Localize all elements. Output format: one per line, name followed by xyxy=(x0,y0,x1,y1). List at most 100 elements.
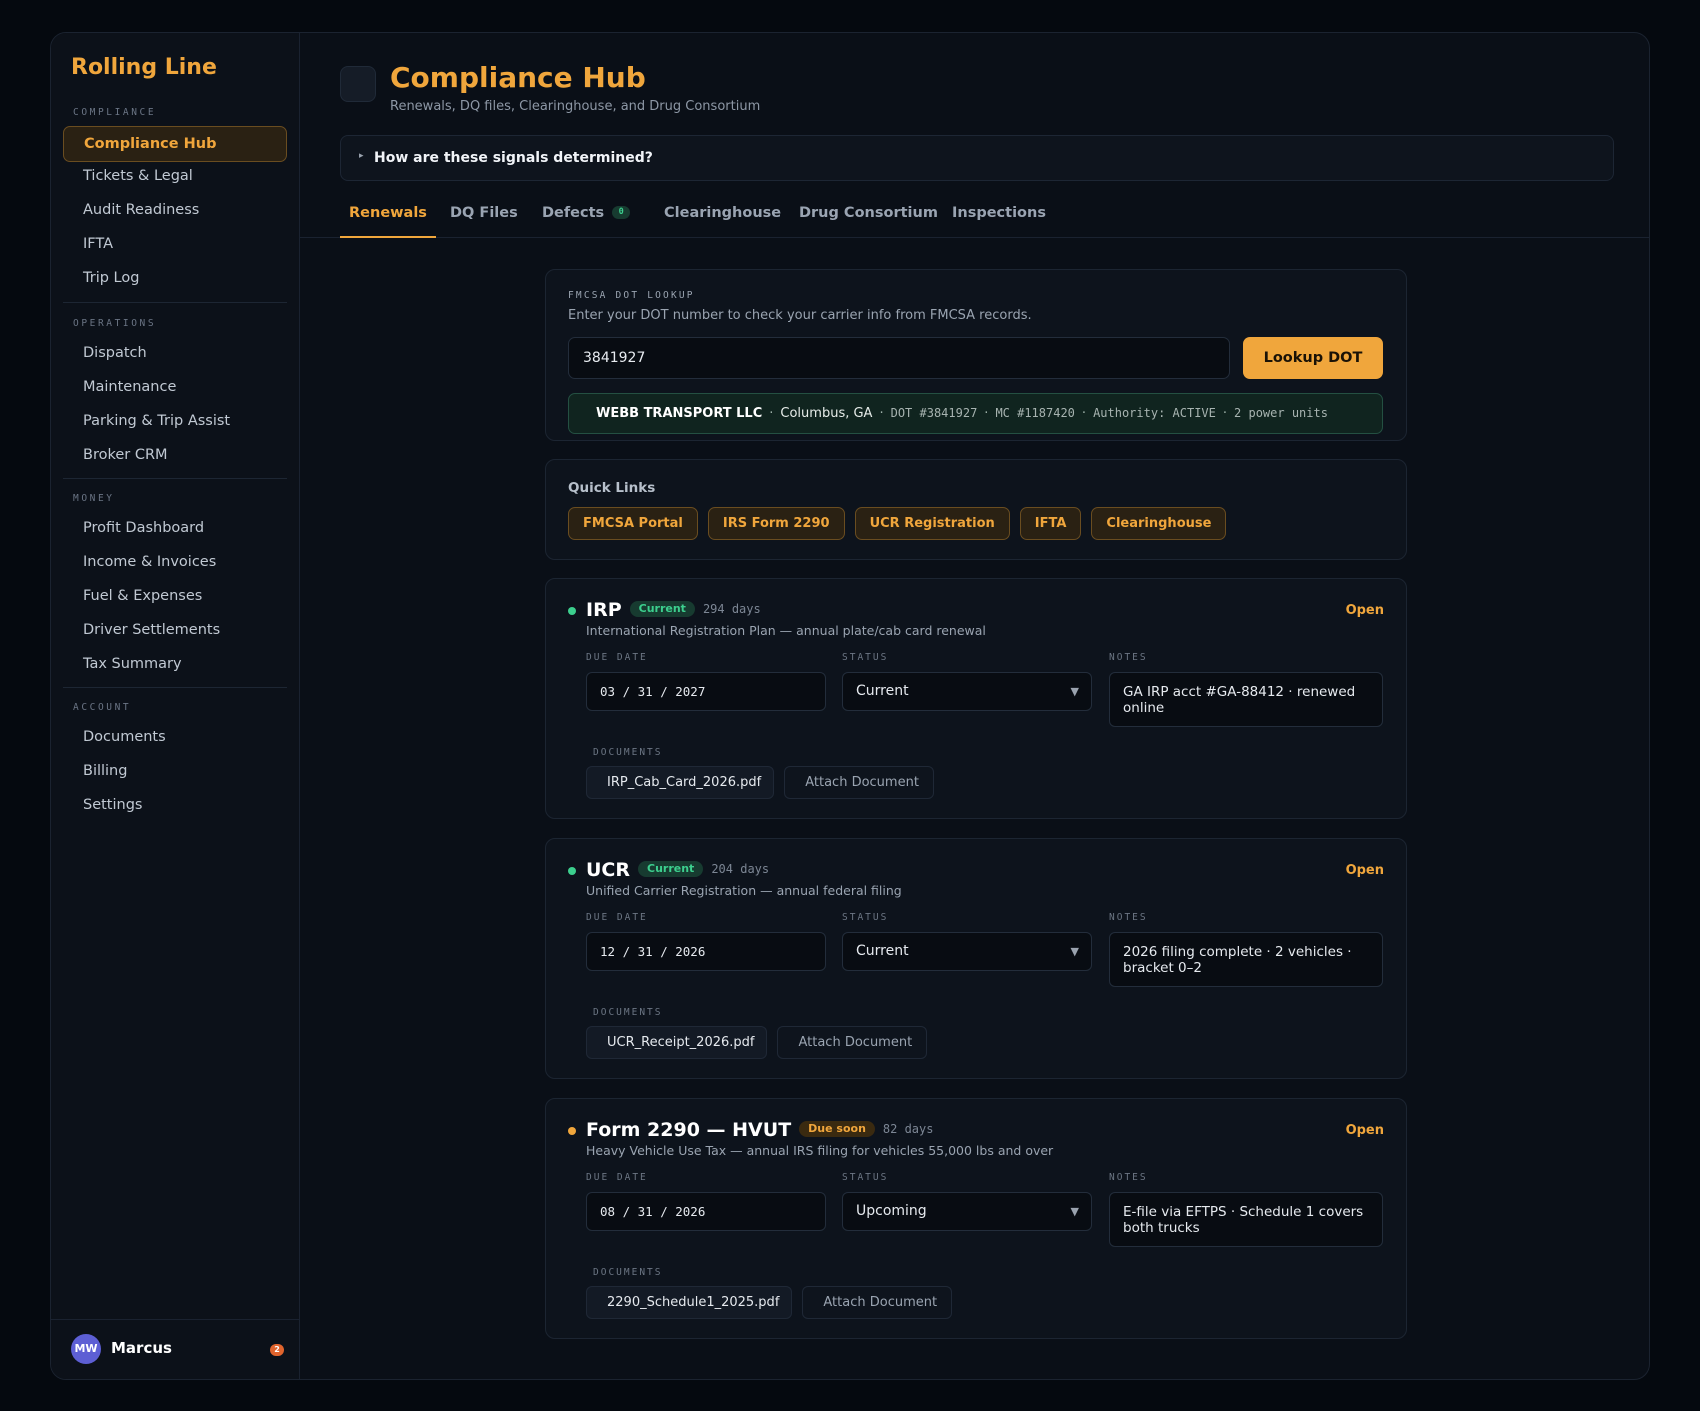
document-file[interactable]: 2290_Schedule1_2025.pdf xyxy=(586,1286,793,1319)
renewal-title: IRP xyxy=(586,599,622,621)
chevron-down-icon: ▼ xyxy=(1070,945,1079,958)
due-date-label: DUE DATE xyxy=(586,652,648,663)
tab-label: Clearinghouse xyxy=(664,205,782,221)
quick-links-row: FMCSA Portal IRS Form 2290 UCR Registrat… xyxy=(568,507,1227,540)
notes-label: NOTES xyxy=(1109,912,1148,923)
renewal-title-row: IRP Current 294 days xyxy=(586,599,761,621)
defects-count-badge: 0 xyxy=(612,205,631,219)
section-label-operations: OPERATIONS xyxy=(73,318,157,329)
status-label: STATUS xyxy=(842,912,889,923)
status-badge: Current xyxy=(638,860,704,877)
due-date-label: DUE DATE xyxy=(586,912,648,923)
document-file[interactable]: IRP_Cab_Card_2026.pdf xyxy=(586,766,775,799)
open-button[interactable]: Open xyxy=(1346,1123,1384,1138)
documents-row: UCR_Receipt_2026.pdf Attach Document xyxy=(586,1026,928,1059)
user-name: Marcus xyxy=(111,1339,172,1357)
open-button[interactable]: Open xyxy=(1346,863,1384,878)
documents-row: IRP_Cab_Card_2026.pdf Attach Document xyxy=(586,766,934,799)
sidebar-divider xyxy=(63,478,287,479)
lookup-dot-button[interactable]: Lookup DOT xyxy=(1243,337,1383,379)
attach-document-button[interactable]: Attach Document xyxy=(784,766,934,799)
carrier-name: WEBB TRANSPORT LLC xyxy=(596,406,763,421)
due-date-input[interactable]: 03 / 31 / 2027 xyxy=(586,672,826,711)
sidebar-item-trip-log[interactable]: Trip Log xyxy=(63,260,287,296)
renewal-card-irp: IRP Current 294 days Open International Re… xyxy=(545,578,1407,819)
tab-label: Defects xyxy=(542,205,605,221)
due-date-input[interactable]: 08 / 31 / 2026 xyxy=(586,1192,826,1231)
due-date-label: DUE DATE xyxy=(586,1172,648,1183)
status-label: STATUS xyxy=(842,652,889,663)
quick-link-fmcsa-portal[interactable]: FMCSA Portal xyxy=(568,507,698,540)
dot-lookup-eyebrow: FMCSA DOT LOOKUP xyxy=(568,290,695,301)
documents-label: DOCUMENTS xyxy=(593,747,663,758)
carrier-dot: DOT #3841927 xyxy=(890,406,978,420)
sidebar-item-documents[interactable]: Documents xyxy=(63,719,287,755)
attach-document-button[interactable]: Attach Document xyxy=(777,1026,928,1059)
sidebar-divider xyxy=(63,687,287,688)
sidebar-item-compliance-hub[interactable]: Compliance Hub xyxy=(63,126,287,162)
sidebar-item-tickets-legal[interactable]: Tickets & Legal xyxy=(63,158,287,194)
notes-field[interactable]: E-file via EFTPS · Schedule 1 covers bot… xyxy=(1109,1192,1383,1247)
notes-label: NOTES xyxy=(1109,652,1148,663)
documents-label: DOCUMENTS xyxy=(593,1267,663,1278)
quick-link-ucr-registration[interactable]: UCR Registration xyxy=(854,507,1010,540)
sidebar-item-driver-settlements[interactable]: Driver Settlements xyxy=(63,612,287,648)
sidebar-item-tax-summary[interactable]: Tax Summary xyxy=(63,646,287,682)
sidebar-item-ifta[interactable]: IFTA xyxy=(63,226,287,262)
sidebar-item-profit-dashboard[interactable]: Profit Dashboard xyxy=(63,510,287,546)
signals-disclosure-label: How are these signals determined? xyxy=(374,150,653,166)
notes-field[interactable]: 2026 filing complete · 2 vehicles · brac… xyxy=(1109,932,1383,987)
sidebar-item-parking-trip-assist[interactable]: Parking & Trip Assist xyxy=(63,403,287,439)
user-menu[interactable]: MW Marcus 2 xyxy=(51,1319,300,1379)
brand-logo[interactable]: Rolling Line xyxy=(71,55,217,80)
tab-dq-files[interactable]: DQ Files xyxy=(441,188,527,238)
sidebar-item-fuel-expenses[interactable]: Fuel & Expenses xyxy=(63,578,287,614)
signals-disclosure[interactable]: ▸ How are these signals determined? xyxy=(340,135,1614,181)
tab-label: Inspections xyxy=(952,205,1046,221)
status-select-value: Current xyxy=(856,943,909,959)
sidebar-item-audit-readiness[interactable]: Audit Readiness xyxy=(63,192,287,228)
notification-badge[interactable]: 2 xyxy=(270,1344,284,1356)
sidebar-item-billing[interactable]: Billing xyxy=(63,753,287,789)
documents-label: DOCUMENTS xyxy=(593,1007,663,1018)
section-label-account: ACCOUNT xyxy=(73,702,132,713)
due-date-input[interactable]: 12 / 31 / 2026 xyxy=(586,932,826,971)
carrier-units: 2 power units xyxy=(1234,406,1328,420)
status-select[interactable]: Upcoming ▼ xyxy=(842,1192,1092,1231)
status-select[interactable]: Current ▼ xyxy=(842,932,1092,971)
days-remaining: 82 days xyxy=(882,1121,934,1136)
tab-drug-consortium[interactable]: Drug Consortium xyxy=(790,188,947,238)
sidebar-item-settings[interactable]: Settings xyxy=(63,787,287,823)
dot-number-input[interactable] xyxy=(568,337,1230,379)
open-button[interactable]: Open xyxy=(1346,603,1384,618)
dot-lookup-card: FMCSA DOT LOOKUP Enter your DOT number t… xyxy=(545,269,1407,441)
quick-link-irs-form-2290[interactable]: IRS Form 2290 xyxy=(707,507,845,540)
sidebar-item-broker-crm[interactable]: Broker CRM xyxy=(63,437,287,473)
sidebar-item-income-invoices[interactable]: Income & Invoices xyxy=(63,544,287,580)
tab-clearinghouse[interactable]: Clearinghouse xyxy=(655,188,790,238)
carrier-result: WEBB TRANSPORT LLC · Columbus, GA · DOT #384… xyxy=(568,393,1383,434)
renewal-title: UCR xyxy=(586,859,631,881)
quick-links-card: Quick Links FMCSA Portal IRS Form 2290 U… xyxy=(545,459,1407,560)
sidebar-item-maintenance[interactable]: Maintenance xyxy=(63,369,287,405)
tab-renewals[interactable]: Renewals xyxy=(340,188,436,238)
renewal-title-row: Form 2290 — HVUT Due soon 82 days xyxy=(586,1119,933,1141)
avatar[interactable]: MW xyxy=(71,1334,101,1364)
notes-field[interactable]: GA IRP acct #GA-88412 · renewed online xyxy=(1109,672,1383,727)
tab-defects[interactable]: Defects 0 xyxy=(533,188,639,238)
sidebar-item-dispatch[interactable]: Dispatch xyxy=(63,335,287,371)
status-select[interactable]: Current ▼ xyxy=(842,672,1092,711)
attach-document-button[interactable]: Attach Document xyxy=(802,1286,953,1319)
status-dot xyxy=(568,1127,576,1135)
quick-link-ifta[interactable]: IFTA xyxy=(1019,507,1082,540)
page-icon xyxy=(340,66,376,102)
carrier-authority: Authority: ACTIVE xyxy=(1093,406,1216,420)
document-file[interactable]: UCR_Receipt_2026.pdf xyxy=(586,1026,768,1059)
days-remaining: 294 days xyxy=(702,601,761,616)
status-badge: Current xyxy=(629,600,695,617)
tab-inspections[interactable]: Inspections xyxy=(943,188,1055,238)
main-content: Compliance Hub Renewals, DQ files, Clear… xyxy=(300,33,1649,1379)
quick-link-clearinghouse[interactable]: Clearinghouse xyxy=(1091,507,1227,540)
sidebar: Rolling Line COMPLIANCE Compliance Hub T… xyxy=(51,33,300,1379)
status-select-value: Current xyxy=(856,683,909,699)
